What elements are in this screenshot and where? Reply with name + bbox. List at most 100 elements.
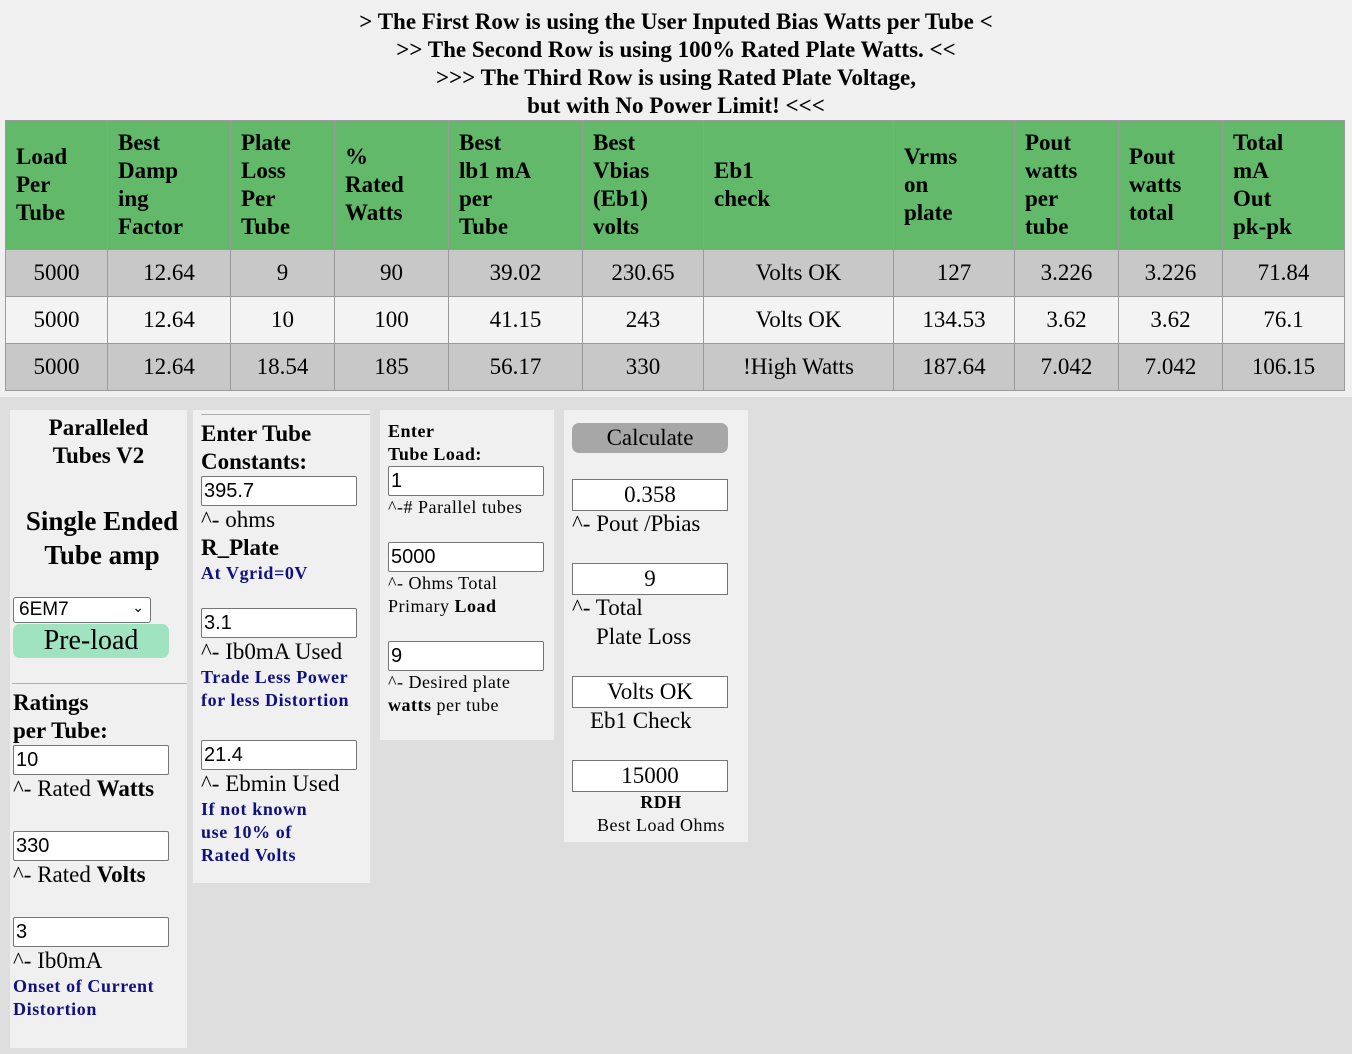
table-cell: 3.62: [1014, 296, 1119, 344]
column-header-text: Tube: [241, 214, 291, 239]
parallel-tubes-label: ^-# Parallel tubes: [388, 497, 523, 517]
rated-volts-label: ^- Rated Volts: [13, 861, 146, 889]
ib0ma-used-note-line-2: for less Distortion: [201, 690, 350, 710]
plate-loss-label: ^- Total: [572, 595, 643, 620]
column-header: Best Damp ing Factor: [107, 120, 231, 250]
tube-select[interactable]: 6EM7 ⌄: [13, 597, 151, 623]
parallel-tubes-input[interactable]: [388, 466, 544, 496]
plate-loss-label-line-2: Plate Loss: [596, 624, 692, 649]
rated-watts-label-text: ^- Rated: [13, 776, 97, 801]
table-cell: 230.65: [582, 249, 704, 297]
table-cell: 330: [582, 343, 704, 391]
column-header-text: plate: [904, 200, 953, 225]
column-header-text: Total: [1233, 130, 1284, 155]
column-header-text: Rated: [345, 172, 404, 197]
ib0ma-used-input[interactable]: [201, 608, 357, 638]
primary-load-label-line-2: Primary Load: [388, 595, 497, 618]
table-cell: 3.62: [1118, 296, 1223, 344]
ratings-heading-line-2: per Tube:: [13, 718, 108, 743]
column-header-text: on: [904, 172, 929, 197]
rated-volts-input[interactable]: [13, 831, 169, 861]
column-header-text: pk-pk: [1233, 214, 1292, 239]
pout-pbias-output: 0.358: [572, 479, 728, 511]
column-header-text: Per: [241, 186, 276, 211]
rdh-sublabel: Best Load Ohms: [597, 815, 725, 835]
column-header-text: Pout: [1129, 144, 1175, 169]
column-header-text: volts: [593, 214, 639, 239]
column-header-text: Best: [459, 130, 502, 155]
column-header-text: Damp: [118, 158, 179, 183]
table-cell: 10: [230, 296, 335, 344]
r-plate-unit-label: ^- ohms: [201, 507, 276, 532]
table-cell: 185: [334, 343, 449, 391]
column-header-text: Eb1: [714, 158, 754, 183]
table-cell: 12.64: [107, 343, 231, 391]
table-cell: 3.226: [1014, 249, 1119, 297]
column-header-text: Loss: [241, 158, 286, 183]
tube-select-value: 6EM7: [19, 599, 69, 620]
table-cell: 12.64: [107, 296, 231, 344]
column-header-text: Watts: [345, 200, 403, 225]
column-header-text: check: [714, 186, 771, 211]
r-plate-note: At Vgrid=0V: [201, 563, 309, 583]
ebmin-note-line-2: use 10% of: [201, 822, 292, 842]
table-cell: 12.64: [107, 249, 231, 297]
table-row: 5000 12.64 9 90 39.02 230.65 Volts OK 127 3.226 3…: [5, 249, 1345, 297]
column-header: Load Per Tube: [5, 120, 108, 250]
table-row: 5000 12.64 18.54 185 56.17 330 !High Watts 187.…: [5, 343, 1345, 391]
column-header-text: lb1 mA: [459, 158, 532, 183]
rated-watts-input[interactable]: [13, 745, 169, 775]
ratings-heading: Ratings: [13, 690, 89, 715]
desired-watts-label-bold: watts: [388, 695, 432, 715]
column-header-text: Tube: [459, 214, 509, 239]
table-cell: Volts OK: [703, 249, 894, 297]
column-header: Eb1 check: [703, 120, 894, 250]
ib0ma-label: ^- Ib0mA: [13, 948, 103, 973]
divider: [12, 683, 187, 684]
rated-volts-label-text: ^- Rated: [13, 862, 97, 887]
ib0ma-input[interactable]: [13, 917, 169, 947]
column-header-text: total: [1129, 200, 1174, 225]
constants-heading-line-2: Constants:: [201, 449, 308, 474]
table-cell: 187.64: [893, 343, 1015, 391]
desired-watts-label-line-2: watts per tube: [388, 694, 499, 717]
column-header-text: Vrms: [904, 144, 958, 169]
table-cell: 7.042: [1014, 343, 1119, 391]
column-header-text: (Eb1): [593, 186, 648, 211]
calculate-button[interactable]: Calculate: [572, 423, 728, 453]
table-cell: 106.15: [1222, 343, 1345, 391]
chevron-down-icon: ⌄: [132, 600, 144, 616]
eb1-check-label: Eb1 Check: [590, 708, 692, 733]
r-plate-label: R_Plate: [201, 535, 279, 560]
table-cell: 3.226: [1118, 249, 1223, 297]
tube-load-heading-line-2: Tube Load:: [388, 444, 482, 464]
column-header: % Rated Watts: [334, 120, 449, 250]
plate-loss-output: 9: [572, 563, 728, 595]
column-header-text: per: [459, 186, 493, 211]
column-header-text: per: [1025, 186, 1059, 211]
table-cell: !High Watts: [703, 343, 894, 391]
ib0ma-note: Onset of Current: [13, 976, 155, 996]
rdh-output: 15000: [572, 760, 728, 792]
column-header-text: Per: [16, 172, 51, 197]
preload-button[interactable]: Pre-load: [13, 624, 169, 658]
column-header-text: Best: [593, 130, 636, 155]
header-line-3: >>> The Third Row is using Rated Plate V…: [435, 65, 916, 90]
header-line-4: but with No Power Limit! <<<: [527, 93, 825, 118]
eb1-check-output: Volts OK: [572, 676, 728, 708]
app-subtitle-line-2: Tube amp: [44, 540, 160, 570]
r-plate-input[interactable]: [201, 476, 357, 506]
table-cell: 127: [893, 249, 1015, 297]
table-cell: 243: [582, 296, 704, 344]
desired-watts-input[interactable]: [388, 641, 544, 671]
ebmin-input[interactable]: [201, 740, 357, 770]
column-header-text: watts: [1129, 172, 1182, 197]
rated-watts-label-bold: Watts: [96, 776, 155, 801]
table-cell: 5000: [5, 343, 108, 391]
column-header-text: Best: [118, 130, 161, 155]
table-cell: 134.53: [893, 296, 1015, 344]
results-section: > The First Row is using the User Inpute…: [0, 0, 1352, 397]
primary-load-input[interactable]: [388, 542, 544, 572]
table-cell: Volts OK: [703, 296, 894, 344]
column-header: Plate Loss Per Tube: [230, 120, 335, 250]
